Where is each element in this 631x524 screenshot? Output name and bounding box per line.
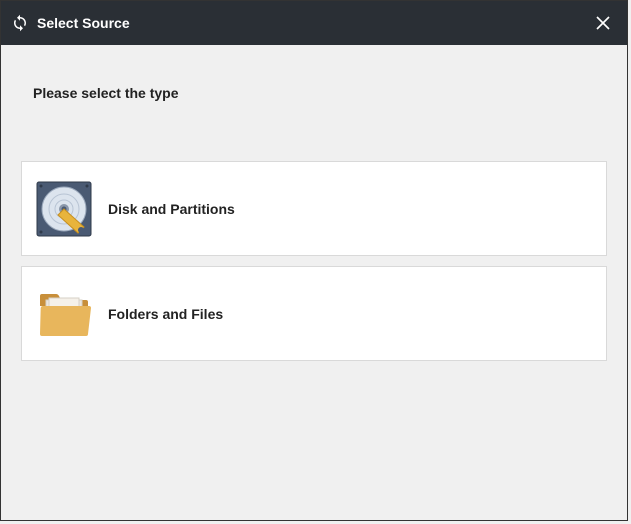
- titlebar: Select Source: [1, 1, 627, 45]
- instruction-text: Please select the type: [33, 85, 607, 101]
- dialog-title: Select Source: [37, 15, 130, 31]
- option-label: Folders and Files: [108, 306, 223, 322]
- select-source-dialog: Select Source Please select the type: [0, 0, 628, 521]
- titlebar-left: Select Source: [11, 14, 130, 32]
- sync-icon: [11, 14, 29, 32]
- option-disk-and-partitions[interactable]: Disk and Partitions: [21, 161, 607, 256]
- close-button[interactable]: [589, 9, 617, 37]
- folder-icon: [34, 284, 94, 344]
- disk-icon: [34, 179, 94, 239]
- dialog-body: Please select the type Disk and Par: [1, 45, 627, 391]
- option-label: Disk and Partitions: [108, 201, 235, 217]
- option-folders-and-files[interactable]: Folders and Files: [21, 266, 607, 361]
